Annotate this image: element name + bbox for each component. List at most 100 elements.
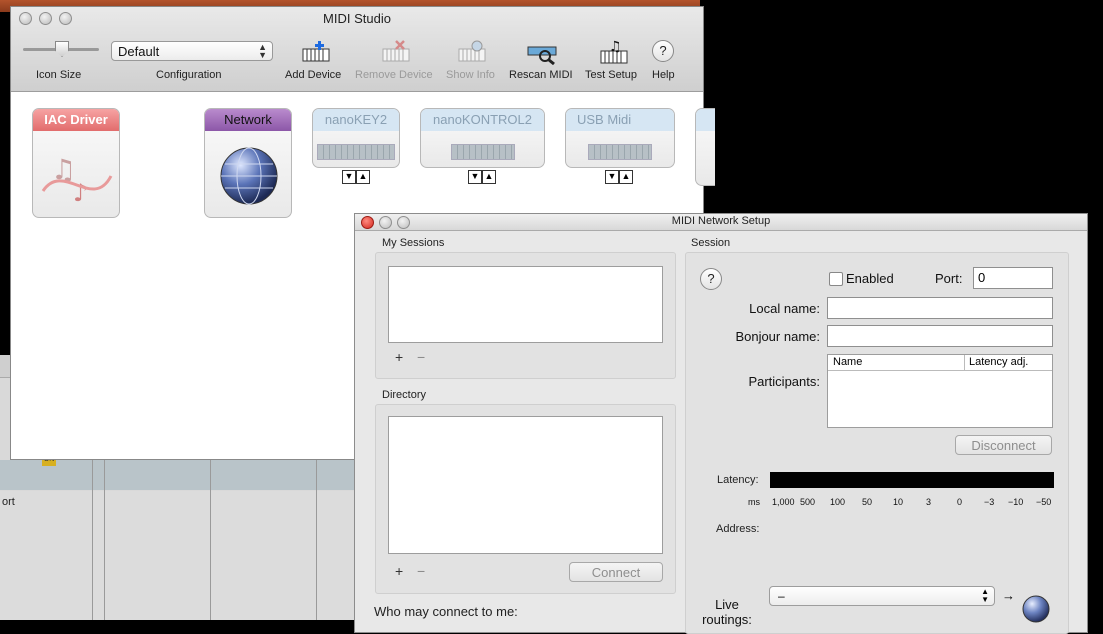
local-name-field[interactable] [827,297,1053,319]
icon-size-label: Icon Size [36,69,82,81]
device-ports: ▼ ▲ [605,168,633,184]
remove-device-button[interactable]: Remove Device [355,69,433,81]
latency-scale-ms: ms [748,497,760,507]
live-routings-select[interactable]: – ▲ ▼ [769,586,995,606]
window-title: MIDI Studio [323,11,391,26]
participants-table[interactable]: Name Latency adj. [827,354,1053,428]
device-ports: ▼ ▲ [342,168,370,184]
background-daw-divider [92,460,93,620]
latency-scale-tick: 100 [830,497,846,507]
column-divider [964,355,965,370]
device-name: IAC Driver [33,109,119,131]
svg-text:♫: ♫ [609,39,622,55]
help-icon[interactable]: ? [700,268,722,290]
device-iac-driver[interactable]: IAC Driver ♫ ♪ [32,108,120,218]
latency-scale-tick: −50 [1036,497,1052,507]
midi-network-setup-window: MIDI Network Setup My Sessions + − Direc… [354,213,1088,634]
test-setup-icon[interactable]: ♫ [599,39,631,65]
device-name: Network [205,109,291,131]
latency-scale-tick: 3 [926,497,932,507]
bonjour-name-field[interactable] [827,325,1053,347]
directory-group: + − Connect [375,404,676,594]
add-session-button[interactable]: + [395,349,403,365]
latency-meter [770,472,1054,488]
live-routings-value: – [778,589,785,603]
port-label: Port: [935,271,963,286]
configuration-select[interactable]: Default ▲ ▼ [111,41,273,61]
test-setup-button[interactable]: Test Setup [585,69,637,81]
keyboard-icon [317,144,395,160]
participants-label: Participants: [748,374,820,389]
background-track-label: ort [2,496,15,508]
device-name: nanoKEY2 [313,109,399,131]
enabled-label: Enabled [846,271,894,286]
device-cap [696,109,715,131]
show-info-button[interactable]: Show Info [446,69,495,81]
show-info-icon [458,40,486,62]
my-sessions-list[interactable] [388,266,663,343]
select-arrows-icon: ▲ ▼ [258,42,267,60]
device-name: USB Midi [566,109,674,131]
port-out-icon: ▲ [619,170,633,184]
who-may-connect-label: Who may connect to me: [374,604,518,619]
remove-session-button[interactable]: − [417,349,425,365]
add-device-icon[interactable] [301,39,331,65]
remove-directory-button[interactable]: − [417,563,425,579]
keyboard-icon [450,144,515,160]
help-icon[interactable]: ? [652,40,674,62]
rescan-midi-button[interactable]: Rescan MIDI [509,69,573,81]
rescan-midi-icon[interactable] [526,39,560,65]
window-title: MIDI Network Setup [671,215,771,227]
help-button[interactable]: Help [652,69,675,81]
arrow-right-icon: → [1002,588,1015,603]
latency-scale-tick: 500 [800,497,816,507]
latency-scale-tick: 0 [957,497,963,507]
latency-scale-tick: 1,000 [772,497,795,507]
icon-size-slider-knob[interactable] [55,41,69,57]
configuration-value: Default [118,44,160,59]
studio-toolbar: MIDI Studio Icon Size Default ▲ ▼ Configu… [11,7,703,92]
background-daw-divider [104,460,105,620]
background-daw-area [0,491,360,620]
enabled-checkbox[interactable] [829,272,843,286]
directory-list[interactable] [388,416,663,554]
disconnect-button[interactable]: Disconnect [955,435,1052,455]
latency-scale-tick: 50 [862,497,873,507]
directory-label: Directory [382,389,427,401]
my-sessions-group: + − [375,252,676,379]
device-ports: ▼ ▲ [468,168,496,184]
globe-icon [1022,595,1050,623]
add-directory-button[interactable]: + [395,563,403,579]
column-latency-adj[interactable]: Latency adj. [969,356,1028,368]
bonjour-name-label: Bonjour name: [735,329,820,344]
port-field[interactable]: 0 [973,267,1053,289]
port-in-icon: ▼ [468,170,482,184]
configuration-label: Configuration [156,69,222,81]
device-usb-midi[interactable]: USB Midi [565,108,675,168]
participants-header: Name Latency adj. [828,355,1052,371]
background-daw-divider [210,460,211,620]
local-name-label: Local name: [749,301,820,316]
address-label: Address: [716,523,760,535]
port-in-icon: ▼ [605,170,619,184]
port-out-icon: ▲ [356,170,370,184]
device-nanokontrol2[interactable]: nanoKONTROL2 [420,108,545,168]
select-arrows-icon: ▲ ▼ [981,587,989,604]
port-in-icon: ▼ [342,170,356,184]
port-out-icon: ▲ [482,170,496,184]
device-network[interactable]: Network [204,108,292,218]
background-daw-divider [316,460,317,620]
latency-scale-tick: −10 [1008,497,1024,507]
device-nanokey2[interactable]: nanoKEY2 [312,108,400,168]
device-partial[interactable] [695,108,715,186]
add-device-button[interactable]: Add Device [285,69,341,81]
latency-label: Latency: [717,474,759,486]
device-name: nanoKONTROL2 [421,109,544,131]
remove-device-icon [382,40,410,62]
connect-button[interactable]: Connect [569,562,663,582]
latency-scale-tick: 10 [893,497,904,507]
session-group: ? Enabled Port: 0 Local name: Bonjour na… [685,252,1069,634]
keyboard-icon [588,144,652,160]
session-label: Session [691,237,731,249]
column-name[interactable]: Name [833,356,862,368]
